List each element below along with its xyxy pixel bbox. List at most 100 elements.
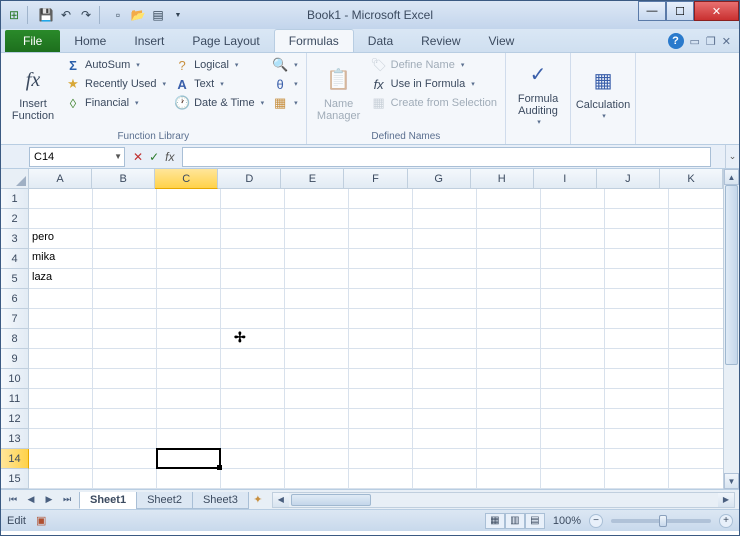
cell[interactable] xyxy=(413,449,477,469)
cell[interactable] xyxy=(349,429,413,449)
expand-formula-bar-icon[interactable]: ⌄ xyxy=(725,145,739,168)
cell[interactable] xyxy=(93,349,157,369)
row-header[interactable]: 15 xyxy=(1,469,29,489)
scroll-down-button[interactable]: ▼ xyxy=(724,473,739,489)
cell[interactable] xyxy=(285,429,349,449)
cells-area[interactable]: peromikalaza xyxy=(29,189,723,489)
row-header[interactable]: 11 xyxy=(1,389,29,409)
cell[interactable] xyxy=(157,389,221,409)
restore-window-icon[interactable]: ❐ xyxy=(706,35,716,48)
cell[interactable] xyxy=(285,309,349,329)
cell[interactable] xyxy=(93,229,157,249)
column-header[interactable]: F xyxy=(344,169,407,189)
cell[interactable] xyxy=(221,449,285,469)
cell[interactable] xyxy=(349,329,413,349)
cell[interactable] xyxy=(221,229,285,249)
formula-auditing-button[interactable]: ✓ Formula Auditing▾ xyxy=(512,56,564,130)
cell[interactable] xyxy=(413,389,477,409)
cell[interactable] xyxy=(157,409,221,429)
zoom-slider[interactable] xyxy=(611,519,711,523)
tab-home[interactable]: Home xyxy=(60,30,120,52)
cell[interactable] xyxy=(93,189,157,209)
cell[interactable] xyxy=(413,409,477,429)
name-box-dropdown-icon[interactable]: ▼ xyxy=(114,152,122,161)
cell[interactable] xyxy=(29,389,93,409)
cell[interactable] xyxy=(29,349,93,369)
cell[interactable] xyxy=(157,309,221,329)
cell[interactable] xyxy=(93,209,157,229)
cell[interactable] xyxy=(477,209,541,229)
cell[interactable] xyxy=(605,189,669,209)
excel-icon[interactable]: ⊞ xyxy=(5,6,23,24)
sheet-tab[interactable]: Sheet3 xyxy=(192,492,249,509)
spreadsheet-grid[interactable]: ABCDEFGHIJK 123456789101112131415 peromi… xyxy=(1,169,739,489)
cell[interactable] xyxy=(605,369,669,389)
tab-view[interactable]: View xyxy=(475,30,529,52)
cell[interactable] xyxy=(541,189,605,209)
qat-icon[interactable]: ▤ xyxy=(149,6,167,24)
cell[interactable] xyxy=(413,209,477,229)
cell[interactable] xyxy=(605,409,669,429)
cell[interactable] xyxy=(477,249,541,269)
cell[interactable] xyxy=(349,229,413,249)
file-tab[interactable]: File xyxy=(5,30,60,52)
cell[interactable] xyxy=(541,409,605,429)
cell[interactable] xyxy=(541,269,605,289)
cell[interactable] xyxy=(541,329,605,349)
row-header[interactable]: 8 xyxy=(1,329,29,349)
cell[interactable] xyxy=(477,269,541,289)
more-functions-button[interactable]: ▦▾ xyxy=(270,94,300,112)
cell[interactable] xyxy=(349,289,413,309)
cell[interactable] xyxy=(477,449,541,469)
use-in-formula-button[interactable]: fxUse in Formula▾ xyxy=(369,75,499,93)
minimize-ribbon-icon[interactable]: ▭ xyxy=(690,35,700,48)
redo-icon[interactable]: ↷ xyxy=(77,6,95,24)
cell[interactable] xyxy=(477,369,541,389)
cell[interactable] xyxy=(605,249,669,269)
cell[interactable] xyxy=(349,269,413,289)
cell[interactable] xyxy=(285,269,349,289)
cell[interactable] xyxy=(285,469,349,489)
recently-used-button[interactable]: ★Recently Used▾ xyxy=(63,75,168,93)
column-header[interactable]: H xyxy=(471,169,534,189)
cell[interactable] xyxy=(349,189,413,209)
cell[interactable] xyxy=(285,249,349,269)
page-break-view-button[interactable]: ▤ xyxy=(525,513,545,529)
prev-sheet-button[interactable]: ◀ xyxy=(23,492,39,508)
lookup-button[interactable]: 🔍▾ xyxy=(270,56,300,74)
text-button[interactable]: AText▾ xyxy=(172,75,266,93)
cell[interactable] xyxy=(413,369,477,389)
tab-data[interactable]: Data xyxy=(354,30,407,52)
cell[interactable] xyxy=(285,449,349,469)
cell[interactable] xyxy=(605,309,669,329)
cell[interactable] xyxy=(221,369,285,389)
maximize-button[interactable]: ☐ xyxy=(666,1,694,21)
cell[interactable] xyxy=(221,309,285,329)
zoom-in-button[interactable]: + xyxy=(719,514,733,528)
cell[interactable] xyxy=(413,429,477,449)
cell[interactable] xyxy=(477,349,541,369)
cell[interactable] xyxy=(349,409,413,429)
cell[interactable] xyxy=(477,469,541,489)
next-sheet-button[interactable]: ▶ xyxy=(41,492,57,508)
cell[interactable] xyxy=(541,229,605,249)
cell[interactable] xyxy=(29,409,93,429)
cell[interactable] xyxy=(221,349,285,369)
cell[interactable] xyxy=(477,189,541,209)
cell[interactable] xyxy=(285,289,349,309)
cell[interactable] xyxy=(93,449,157,469)
vertical-scroll-thumb[interactable] xyxy=(725,185,738,365)
macro-record-icon[interactable]: ▣ xyxy=(36,514,46,527)
cell[interactable] xyxy=(157,209,221,229)
cell[interactable] xyxy=(413,309,477,329)
cell[interactable] xyxy=(221,289,285,309)
cell[interactable] xyxy=(413,229,477,249)
cell[interactable] xyxy=(29,329,93,349)
new-icon[interactable]: ▫ xyxy=(109,6,127,24)
cell[interactable] xyxy=(221,209,285,229)
cell[interactable] xyxy=(157,229,221,249)
cell[interactable] xyxy=(157,469,221,489)
cell[interactable] xyxy=(221,269,285,289)
cell[interactable] xyxy=(349,469,413,489)
cell[interactable] xyxy=(349,249,413,269)
